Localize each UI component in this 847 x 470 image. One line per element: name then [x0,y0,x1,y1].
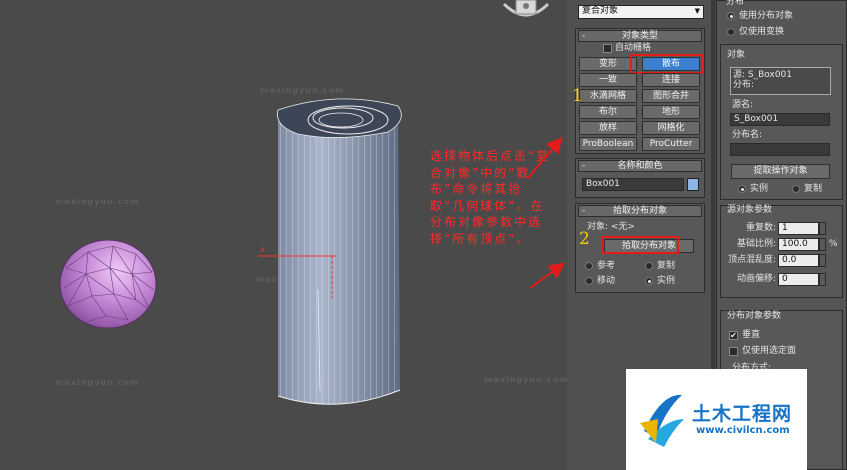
shapemerge-button[interactable]: 图形合并 [642,89,700,103]
distribution-name-label: 分布名: [732,130,763,140]
step-number-1: 1 [572,86,583,106]
anim-offset-label: 动画偏移: [736,274,776,284]
base-scale-spinner[interactable] [819,238,826,251]
autogrid-label: 自动栅格 [615,43,652,53]
object-color-swatch[interactable] [687,178,699,191]
distribute-group-label: 分布 [726,0,745,7]
civilcn-logo: 土木工程网 www.civilcn.com [626,369,807,470]
duplicates-spinner[interactable] [819,222,826,235]
source-params-label: 源对象参数 [727,205,773,215]
duplicates-label: 重复数: [745,223,776,233]
mesher-button[interactable]: 网格化 [642,121,700,135]
source-name-field[interactable]: S_Box001 [730,113,830,126]
logo-title: 土木工程网 [692,403,793,425]
copy-radio[interactable] [645,262,653,270]
vertex-chaos-spinner[interactable] [819,254,826,267]
check-icon: ✔ [730,331,737,340]
distribution-name-field[interactable] [730,143,830,156]
perpendicular-label: 垂直 [742,330,761,340]
step-number-2: 2 [579,229,590,249]
name-color-header[interactable]: - 名称和颜色 [578,160,702,172]
objects-group-label: 对象 [727,50,746,60]
extract-copy-radio[interactable] [792,185,800,193]
loft-button[interactable]: 放样 [579,121,637,135]
operand-distribution[interactable]: 分布: [733,79,754,91]
pick-distribution-header[interactable]: - 拾取分布对象 [578,205,702,217]
instance-radio[interactable] [645,277,653,285]
base-scale-field[interactable]: 100.0 [778,238,819,251]
vertex-chaos-label: 顶点混乱度: [727,255,776,265]
boolean-button[interactable]: 布尔 [579,105,637,119]
autogrid-checkbox[interactable] [603,44,612,53]
extract-copy-label: 复制 [804,184,823,194]
distribution-object-label: 对象: <无> [587,222,635,232]
anim-offset-field[interactable]: 0 [778,273,819,286]
connect-button[interactable]: 连接 [642,73,700,87]
perpendicular-checkbox[interactable]: ✔ [729,331,738,340]
copy-label: 复制 [657,261,676,271]
transforms-only-label: 仅使用变换 [739,27,785,37]
selected-faces-checkbox[interactable] [729,347,738,356]
proboolean-button[interactable]: ProBoolean [579,137,637,151]
duplicates-field[interactable]: 1 [778,222,819,235]
logo-emblem-icon [640,394,684,447]
annotation-arrows [527,136,566,289]
morph-button[interactable]: 变形 [579,57,637,71]
reference-radio[interactable] [585,262,593,270]
procutter-button[interactable]: ProCutter [642,137,700,151]
instance-label: 实例 [657,276,676,286]
move-label: 移动 [597,276,616,286]
use-distribution-label: 使用分布对象 [739,11,794,21]
transforms-only-radio[interactable] [727,28,735,36]
reference-label: 参考 [597,261,616,271]
percent-label: % [829,239,838,249]
anim-offset-spinner[interactable] [819,273,826,286]
perspective-viewport[interactable]: moxingyun.com moxingyun.com moxingyun.co… [0,0,567,470]
extract-operand-button[interactable]: 提取操作对象 [731,164,830,179]
chevron-down-icon: ▼ [694,7,700,15]
extract-instance-radio[interactable] [738,185,746,193]
pick-distribution-highlight [601,236,679,254]
blobmesh-button[interactable]: 水滴网格 [579,89,637,103]
vertex-chaos-field[interactable]: 0.0 [778,254,819,267]
use-distribution-radio[interactable] [727,12,735,20]
base-scale-label: 基础比例: [736,239,776,249]
scatter-highlight [630,54,703,74]
terrain-button[interactable]: 地形 [642,105,700,119]
distribution-params-label: 分布对象参数 [727,311,782,321]
operands-list[interactable]: 源: S_Box001 分布: [730,67,831,95]
conform-button[interactable]: 一致 [579,73,637,87]
move-radio[interactable] [585,277,593,285]
logo-url: www.civilcn.com [696,425,790,436]
object-type-header[interactable]: - 对象类型 [578,30,702,42]
source-name-label: 源名: [732,100,754,110]
extract-instance-label: 实例 [750,184,769,194]
category-dropdown[interactable]: 复合对象 ▼ [578,5,704,19]
object-name-field[interactable]: Box001 [582,178,684,191]
selected-faces-label: 仅使用选定面 [742,346,797,356]
